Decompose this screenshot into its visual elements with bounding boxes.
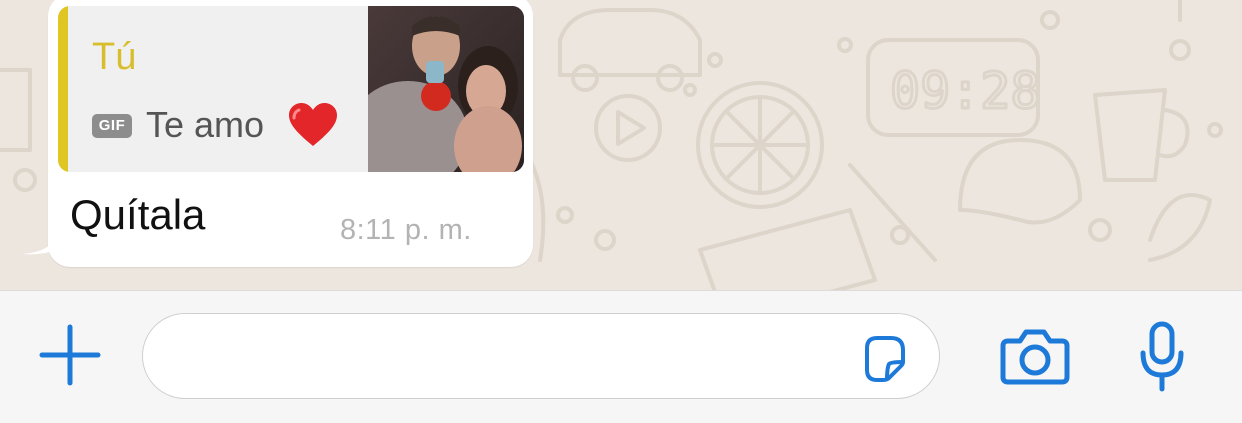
message-timestamp: 8:11 p. m. bbox=[340, 214, 472, 246]
message-bubble[interactable]: Tú GIF Te amo Quítala 8:11 p. m. bbox=[48, 0, 533, 267]
plus-icon[interactable] bbox=[38, 323, 102, 387]
quote-accent-bar bbox=[58, 6, 68, 172]
svg-text:09:28: 09:28 bbox=[890, 62, 1041, 120]
microphone-icon[interactable] bbox=[1138, 321, 1186, 393]
quote-author: Tú bbox=[92, 36, 137, 78]
message-text: Quítala bbox=[70, 191, 206, 238]
message-input[interactable] bbox=[173, 332, 837, 382]
quote-text: Te amo bbox=[146, 104, 265, 145]
couple-photo-thumbnail[interactable] bbox=[368, 6, 524, 172]
sticker-icon[interactable] bbox=[859, 334, 907, 382]
red-heart-icon bbox=[289, 103, 337, 146]
gif-badge: GIF bbox=[92, 114, 132, 138]
message-composer-bar bbox=[0, 290, 1242, 423]
chat-background: 09:28 Tú GIF Te amo Quítala 8:11 p. m. bbox=[0, 0, 1242, 290]
bubble-tail bbox=[22, 228, 62, 255]
camera-icon[interactable] bbox=[1000, 327, 1070, 385]
quoted-reply[interactable]: Tú GIF Te amo bbox=[58, 6, 524, 172]
message-input-field[interactable] bbox=[142, 313, 940, 399]
